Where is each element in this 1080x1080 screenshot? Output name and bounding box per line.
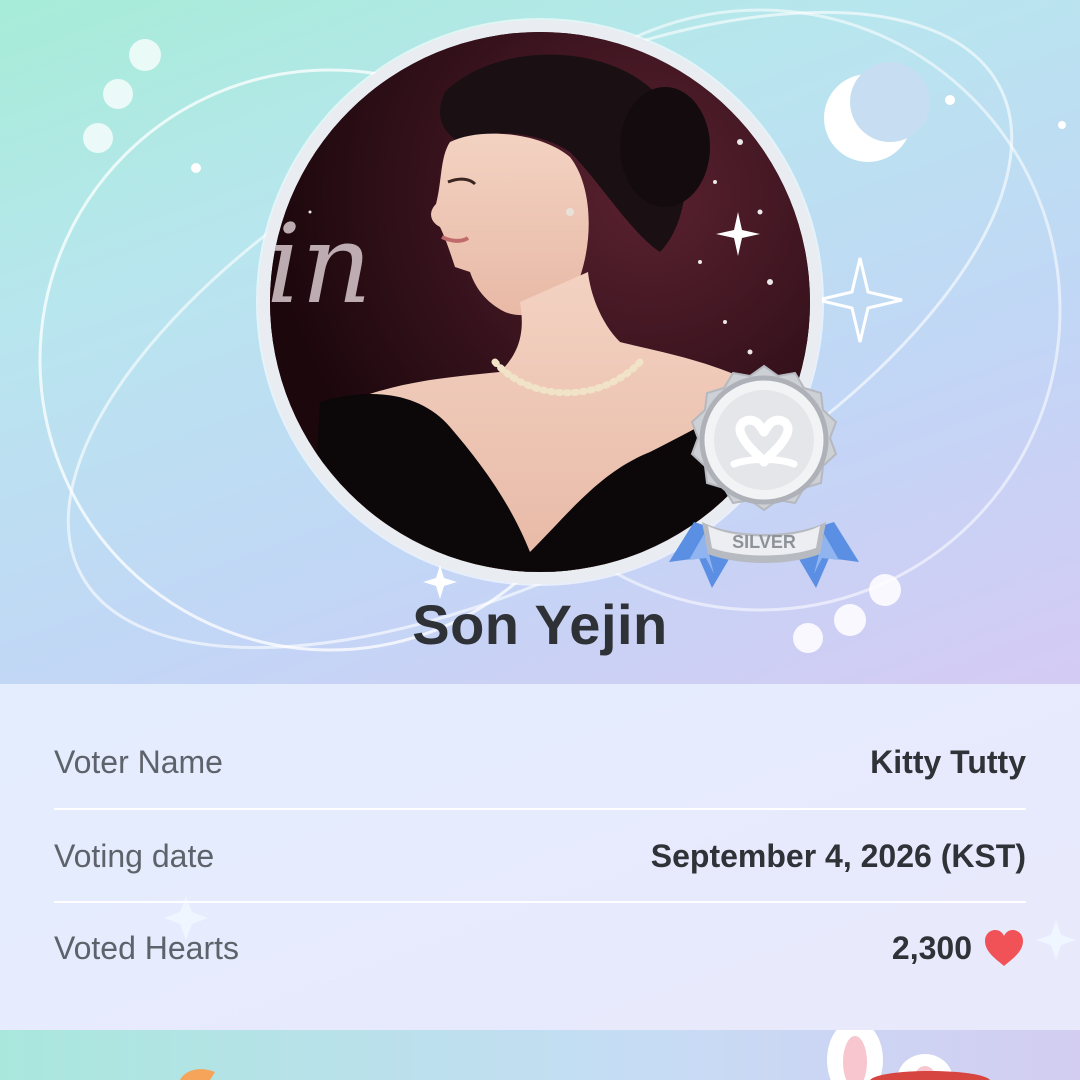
vote-info-card: Voter Name Kitty Tutty Voting date Septe…	[0, 684, 1080, 1030]
voted-hearts-label: Voted Hearts	[54, 929, 239, 966]
heart-icon	[985, 930, 1023, 966]
voted-hearts-value: 2,300	[891, 929, 972, 966]
voted-hearts-row: Voted Hearts 2,300	[54, 902, 1026, 994]
voted-hearts-value-group: 2,300	[892, 928, 1026, 968]
badge-tier-label: SILVER	[732, 532, 796, 552]
voting-date-label: Voting date	[54, 837, 215, 874]
orbit-dot	[191, 163, 201, 173]
bottom-decoration	[0, 1020, 1080, 1080]
crescent-moon-icon	[824, 62, 930, 162]
svg-text:in: in	[270, 200, 372, 328]
sparkle-icon	[817, 257, 903, 343]
silver-medal-icon: SILVER	[669, 364, 859, 588]
voting-date-value: September 4, 2026 (KST)	[650, 837, 1026, 874]
voting-date-row: Voting date September 4, 2026 (KST)	[54, 810, 1026, 902]
bunny-decoration-icon	[180, 1020, 990, 1080]
artist-name: Son Yejin	[412, 593, 668, 656]
voter-name-label: Voter Name	[54, 743, 223, 780]
orbit-dot	[1058, 121, 1066, 129]
voter-name-value: Kitty Tutty	[870, 743, 1026, 780]
voter-name-row: Voter Name Kitty Tutty	[54, 716, 1026, 808]
orbit-dot	[129, 39, 161, 71]
orbit-dot	[103, 79, 133, 109]
orbit-dot	[945, 95, 955, 105]
orbit-dot	[83, 123, 113, 153]
